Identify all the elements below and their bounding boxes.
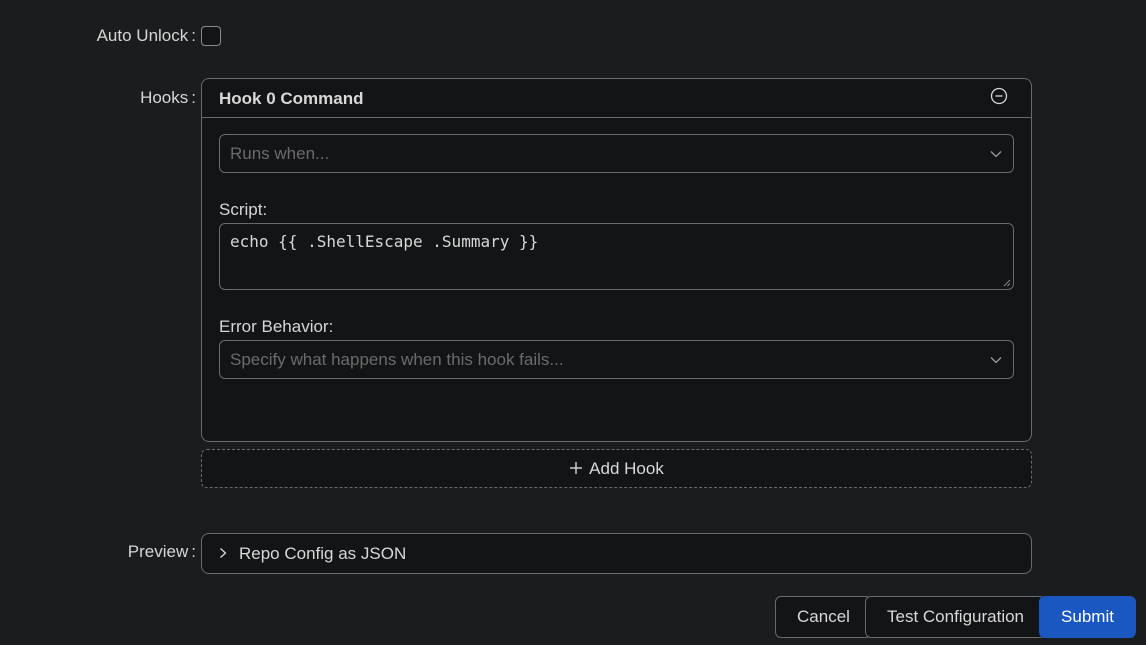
auto-unlock-checkbox[interactable] [201, 26, 221, 46]
hook-title: Hook 0 Command [219, 89, 364, 108]
cancel-button[interactable]: Cancel [775, 596, 872, 638]
preview-label-text: Preview [127, 542, 189, 561]
add-hook-button[interactable]: Add Hook [201, 449, 1032, 488]
remove-hook-button[interactable] [990, 87, 1008, 105]
label-colon: : [191, 542, 196, 561]
chevron-down-icon [990, 357, 1002, 364]
hook-card-header: Hook 0 Command [202, 79, 1031, 118]
add-hook-label: Add Hook [589, 459, 664, 478]
hooks-label: Hooks: [0, 88, 196, 108]
preview-toggle[interactable]: Repo Config as JSON [201, 533, 1032, 574]
error-behavior-placeholder: Specify what happens when this hook fail… [230, 350, 564, 369]
error-behavior-select[interactable]: Specify what happens when this hook fail… [219, 340, 1014, 379]
hooks-label-text: Hooks [140, 88, 189, 107]
auto-unlock-label: Auto Unlock: [0, 26, 196, 46]
preview-label: Preview: [0, 542, 196, 562]
runs-when-select[interactable]: Runs when... [219, 134, 1014, 173]
script-textarea[interactable]: echo {{ .ShellEscape .Summary }} [219, 223, 1014, 290]
script-label: Script: [219, 200, 268, 219]
test-configuration-button[interactable]: Test Configuration [865, 596, 1046, 638]
chevron-down-icon [990, 151, 1002, 158]
repo-config-form: Auto Unlock: Hooks: Hook 0 Command Runs … [0, 0, 1146, 645]
runs-when-placeholder: Runs when... [230, 144, 330, 163]
script-value: echo {{ .ShellEscape .Summary }} [230, 232, 539, 251]
chevron-right-icon [220, 548, 227, 558]
label-colon: : [191, 26, 196, 45]
hook-card: Hook 0 Command Runs when... Script: echo… [201, 78, 1032, 442]
plus-icon [570, 462, 583, 474]
label-colon: : [191, 88, 196, 107]
preview-toggle-label: Repo Config as JSON [239, 544, 407, 563]
minus-circle-icon [990, 87, 1008, 105]
error-behavior-label: Error Behavior: [219, 317, 334, 336]
auto-unlock-label-text: Auto Unlock [96, 26, 189, 45]
submit-button[interactable]: Submit [1039, 596, 1136, 638]
resize-grip-icon[interactable] [1003, 279, 1011, 287]
